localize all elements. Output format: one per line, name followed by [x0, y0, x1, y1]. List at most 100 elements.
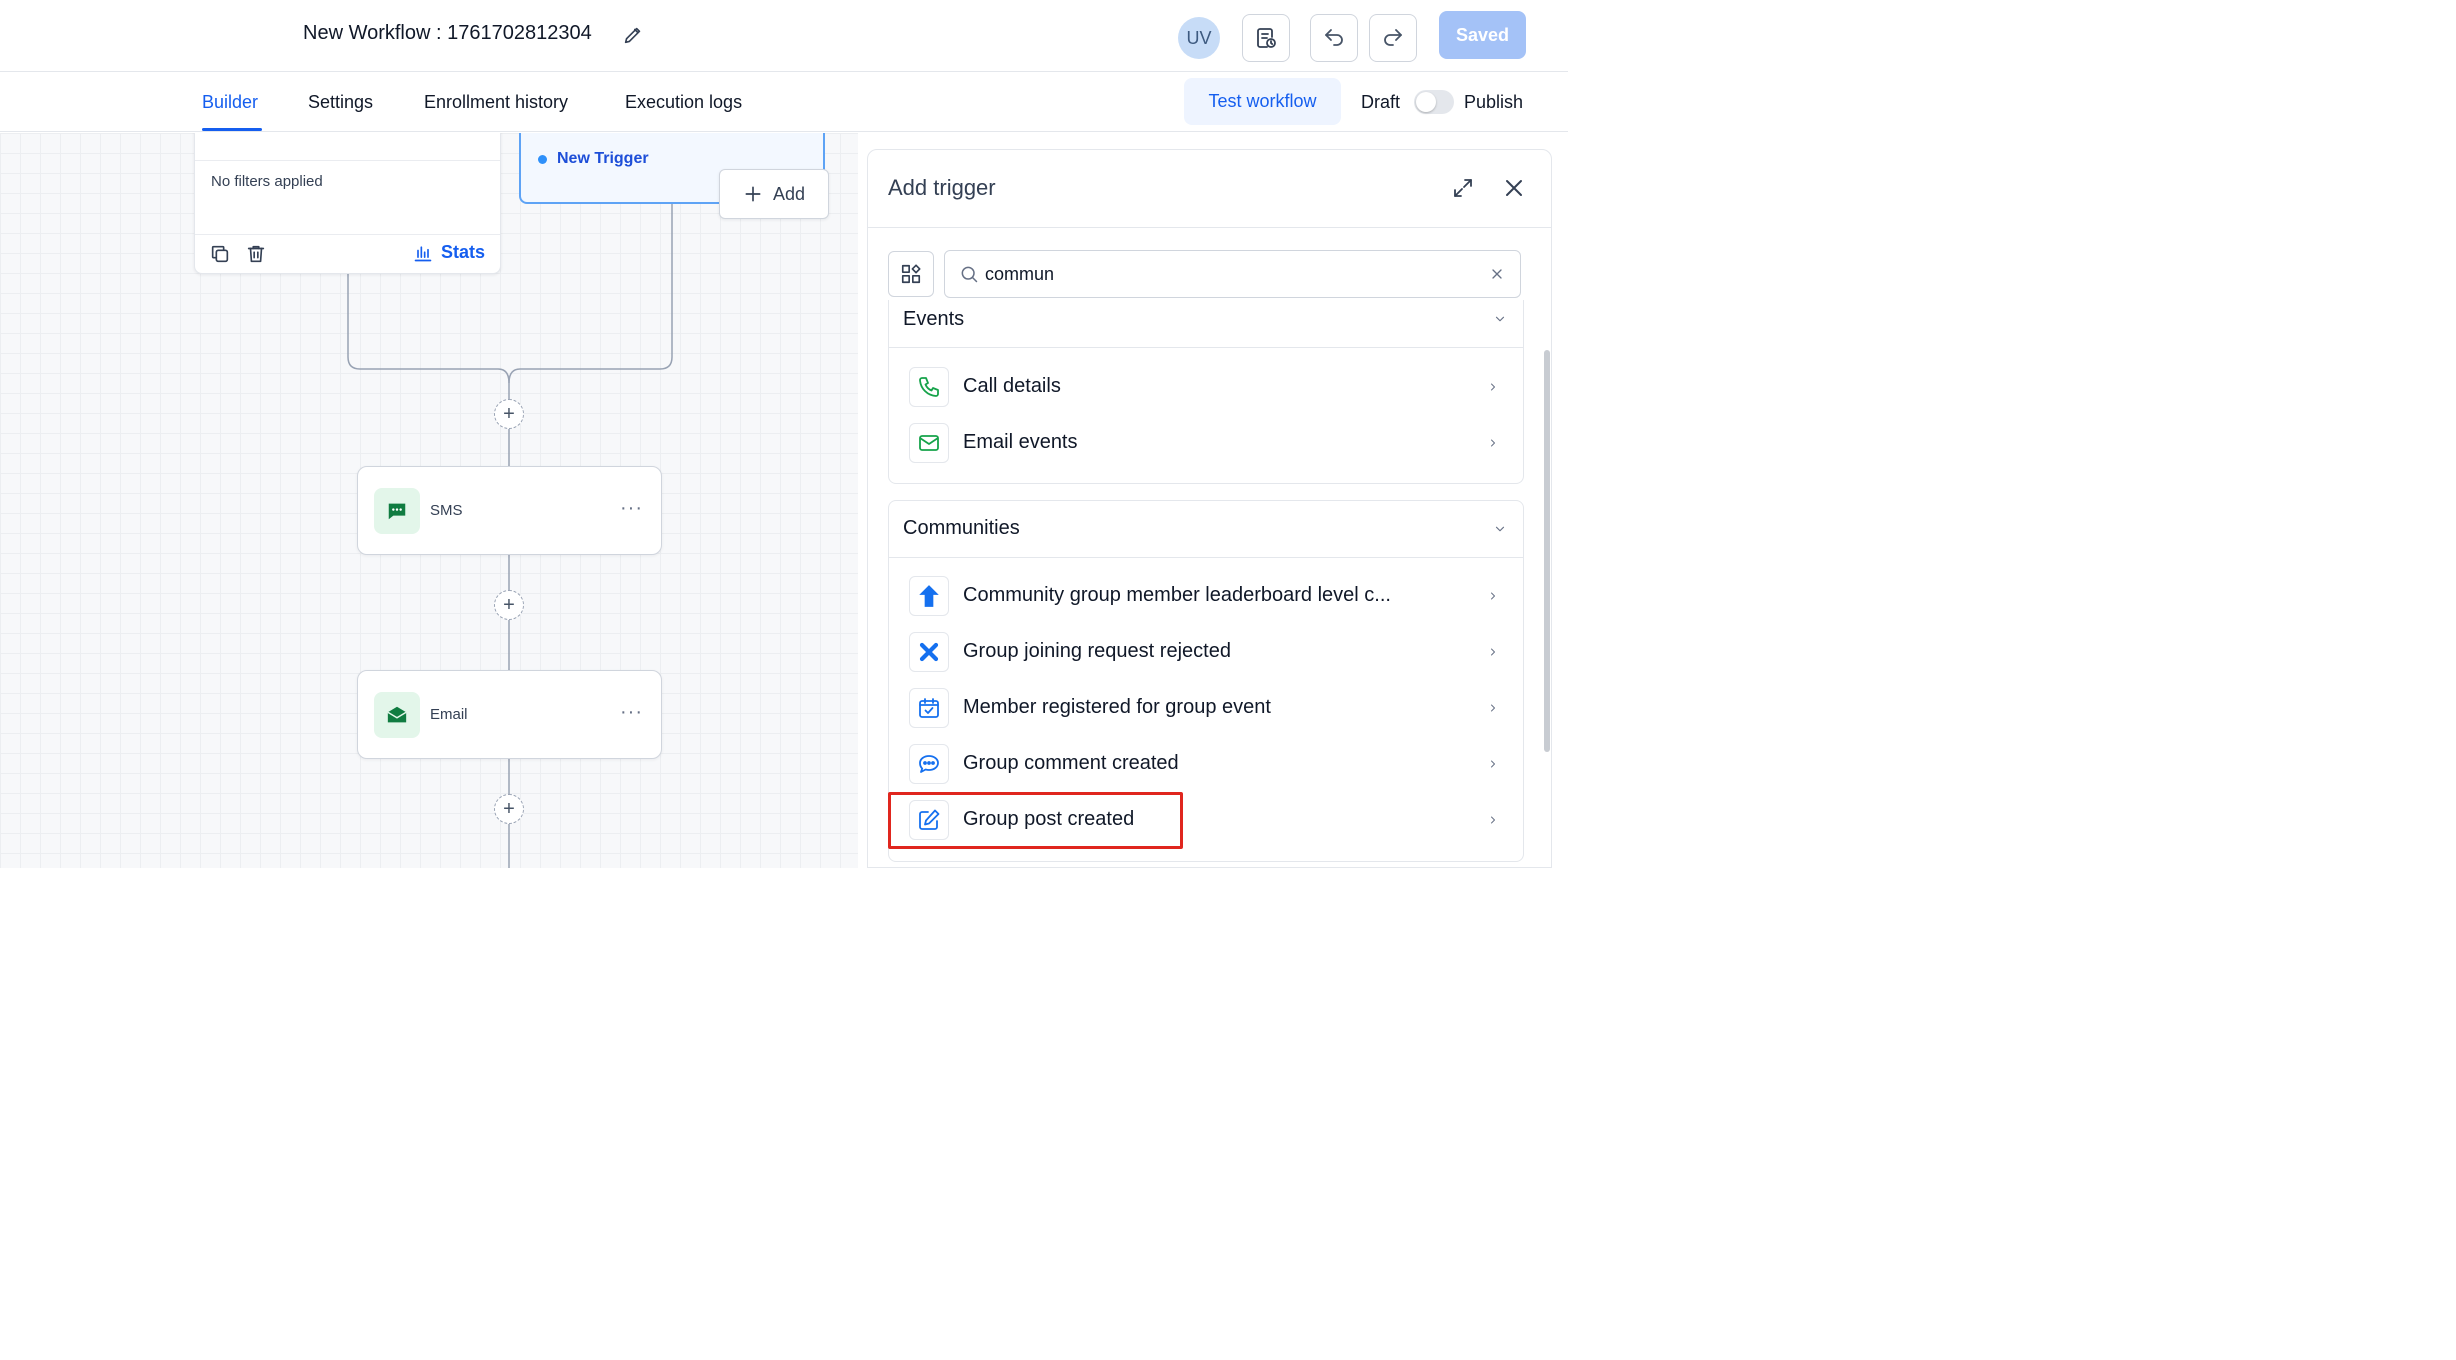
email-icon-tile	[374, 692, 420, 738]
workflow-canvas[interactable]: No filters applied Stats New Trigger Add…	[0, 133, 858, 868]
search-box	[944, 250, 1521, 298]
copy-icon[interactable]	[209, 243, 231, 265]
document-refresh-icon	[1257, 28, 1276, 48]
trigger-item-label: Member registered for group event	[963, 696, 1271, 718]
test-workflow-button[interactable]: Test workflow	[1184, 78, 1341, 125]
status-dot	[538, 155, 547, 164]
category-view-button[interactable]	[888, 251, 934, 297]
trigger-item-group-post-created[interactable]: Group post created	[909, 797, 1509, 843]
undo-icon	[1325, 29, 1343, 46]
communities-section: Communities Community group member leade…	[888, 500, 1524, 862]
more-options-icon[interactable]: ···	[620, 497, 643, 520]
mail-icon-tile	[909, 423, 949, 463]
trigger-item-email-events[interactable]: Email events	[909, 420, 1509, 466]
saved-button[interactable]: Saved	[1439, 11, 1526, 59]
tab-builder[interactable]: Builder	[202, 92, 258, 113]
events-section-header[interactable]: Events	[889, 298, 1523, 348]
add-step-button[interactable]: +	[494, 399, 524, 429]
active-tab-indicator	[202, 128, 262, 131]
more-options-icon[interactable]: ···	[620, 701, 643, 724]
plus-icon	[745, 186, 761, 202]
trash-icon[interactable]	[245, 243, 267, 265]
x-icon	[919, 642, 939, 662]
publish-toggle[interactable]	[1414, 90, 1454, 114]
pencil-icon[interactable]	[622, 24, 644, 46]
grid-shapes-icon	[901, 264, 921, 284]
action-label: SMS	[430, 502, 463, 519]
trigger-label: New Trigger	[557, 150, 649, 167]
edit-note-icon	[919, 809, 940, 830]
add-step-button[interactable]: +	[494, 590, 524, 620]
trigger-item-label: Group joining request rejected	[963, 640, 1231, 662]
add-label: Add	[772, 183, 806, 204]
arrow-up-icon	[919, 585, 939, 607]
add-step-button[interactable]: +	[494, 794, 524, 824]
phone-icon-tile	[909, 367, 949, 407]
undo-button[interactable]	[1310, 14, 1358, 62]
redo-button[interactable]	[1369, 14, 1417, 62]
panel-title: Add trigger	[888, 175, 996, 200]
calendar-check-icon-tile	[909, 688, 949, 728]
avatar[interactable]: UV	[1178, 17, 1220, 59]
sms-icon	[388, 503, 406, 520]
sms-icon-tile	[374, 488, 420, 534]
search-input[interactable]	[985, 259, 1475, 289]
expand-icon[interactable]	[1451, 176, 1475, 200]
chevron-right-icon	[1491, 592, 1495, 600]
section-title: Events	[903, 308, 965, 330]
clear-search-icon[interactable]	[1489, 266, 1505, 282]
tab-execution-logs[interactable]: Execution logs	[625, 92, 742, 113]
panel-header: Add trigger	[868, 150, 1551, 228]
draft-label: Draft	[1361, 92, 1401, 112]
trigger-item-call-details[interactable]: Call details	[909, 364, 1509, 410]
trigger-item-label: Group comment created	[963, 752, 1179, 774]
divider	[195, 160, 500, 161]
action-label: Email	[430, 706, 468, 723]
notes-button[interactable]	[1242, 14, 1290, 62]
arrow-up-icon-tile	[909, 576, 949, 616]
edit-note-icon-tile	[909, 800, 949, 840]
events-section: Events Call details Email events	[888, 300, 1524, 484]
communities-section-header[interactable]: Communities	[889, 501, 1523, 558]
redo-icon	[1384, 29, 1402, 46]
trigger-item-join-request-rejected[interactable]: Group joining request rejected	[909, 629, 1509, 675]
mail-icon	[919, 435, 939, 451]
chat-bubble-icon-tile	[909, 744, 949, 784]
chevron-right-icon	[1491, 704, 1495, 712]
top-bar: New Workflow : 1761702812304 UV Saved	[0, 0, 1568, 72]
section-title: Communities	[903, 517, 1020, 539]
no-filters-text: No filters applied	[211, 173, 323, 190]
chevron-down-icon	[1495, 526, 1505, 532]
filter-card[interactable]: No filters applied Stats	[194, 133, 501, 274]
stats-button[interactable]: Stats	[413, 242, 485, 263]
trigger-item-label: Call details	[963, 375, 1061, 397]
panel-scrollbar[interactable]	[1544, 350, 1550, 752]
calendar-check-icon	[919, 698, 939, 718]
tab-bar: Builder Settings Enrollment history Exec…	[0, 72, 1568, 132]
add-trigger-button[interactable]: Add	[719, 169, 829, 219]
divider	[195, 234, 500, 235]
chat-bubble-icon	[919, 755, 939, 773]
publish-label: Publish	[1464, 92, 1524, 112]
trigger-item-leaderboard-level[interactable]: Community group member leaderboard level…	[909, 573, 1509, 619]
email-action-card[interactable]: Email ···	[357, 670, 662, 759]
x-icon-tile	[909, 632, 949, 672]
tab-settings[interactable]: Settings	[308, 92, 373, 113]
tab-enrollment-history[interactable]: Enrollment history	[424, 92, 568, 113]
chevron-right-icon	[1491, 648, 1495, 656]
trigger-item-group-comment-created[interactable]: Group comment created	[909, 741, 1509, 787]
chevron-right-icon	[1491, 760, 1495, 768]
workflow-title: New Workflow : 1761702812304	[303, 22, 592, 44]
chevron-right-icon	[1491, 383, 1495, 391]
trigger-item-member-registered-event[interactable]: Member registered for group event	[909, 685, 1509, 731]
trigger-item-label: Community group member leaderboard level…	[963, 584, 1391, 606]
chevron-right-icon	[1491, 439, 1495, 447]
add-trigger-panel: Add trigger Events	[867, 149, 1552, 868]
sms-action-card[interactable]: SMS ···	[357, 466, 662, 555]
close-icon[interactable]	[1502, 176, 1526, 200]
search-icon	[961, 266, 978, 283]
phone-icon	[919, 377, 939, 397]
chevron-right-icon	[1491, 816, 1495, 824]
bar-chart-icon	[414, 245, 432, 261]
trigger-item-label: Email events	[963, 431, 1078, 453]
